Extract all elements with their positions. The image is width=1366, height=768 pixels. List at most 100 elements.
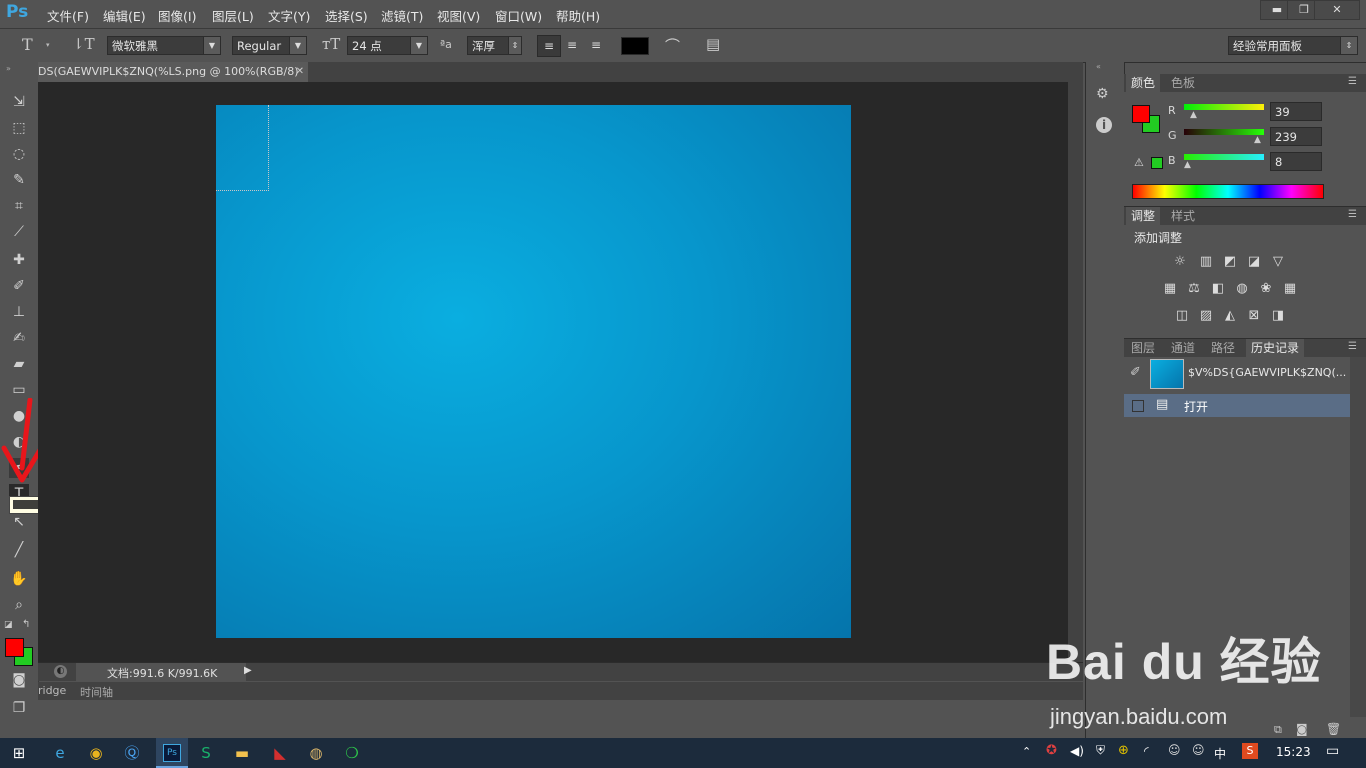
document-canvas[interactable]: [216, 105, 851, 638]
line-tool-icon[interactable]: ╱: [9, 540, 29, 560]
network-icon[interactable]: ◜: [1144, 744, 1149, 758]
zoom-tool-icon[interactable]: ⌕: [9, 595, 29, 615]
gradient-map-icon[interactable]: ⊠: [1246, 308, 1262, 324]
tab-timeline[interactable]: 时间轴: [80, 684, 113, 700]
text-color-swatch[interactable]: [621, 37, 649, 55]
threshold-icon[interactable]: ◭: [1222, 308, 1238, 324]
tab-layers[interactable]: 图层: [1126, 339, 1160, 357]
status-menu-icon[interactable]: ◐: [54, 665, 67, 678]
close-button[interactable]: ✕: [1314, 0, 1360, 20]
ie-browser-icon[interactable]: e: [48, 741, 72, 765]
volume-icon[interactable]: ◀): [1070, 744, 1084, 758]
gamut-warning-icon[interactable]: ⚠: [1134, 156, 1144, 169]
clock[interactable]: 15:23: [1276, 745, 1311, 759]
warp-text-icon[interactable]: ⌒: [665, 35, 680, 56]
status-arrow-icon[interactable]: ▶: [244, 665, 252, 676]
g-slider-thumb[interactable]: ▲: [1254, 135, 1261, 145]
posterize-icon[interactable]: ▨: [1198, 308, 1214, 324]
panel-menu-icon[interactable]: ☰: [1348, 341, 1357, 352]
brush-tool-icon[interactable]: ✐: [9, 276, 29, 296]
file-explorer-icon[interactable]: ▬: [230, 741, 254, 765]
default-colors-icon[interactable]: ◪: [4, 620, 13, 630]
gamut-swatch[interactable]: [1151, 157, 1163, 169]
move-tool-icon[interactable]: ⇲: [9, 92, 29, 112]
history-step-checkbox[interactable]: [1132, 400, 1144, 412]
r-value-input[interactable]: 39: [1270, 102, 1322, 121]
foreground-color-swatch[interactable]: [5, 638, 24, 657]
menu-type[interactable]: 文字(Y): [268, 6, 310, 25]
menu-filter[interactable]: 滤镜(T): [381, 6, 423, 25]
windows-start-icon[interactable]: ⊞: [7, 741, 31, 765]
ime-indicator[interactable]: 中: [1214, 745, 1226, 762]
tab-history[interactable]: 历史记录: [1246, 339, 1305, 357]
hand-tool-icon[interactable]: ✋: [9, 569, 29, 589]
eraser-tool-icon[interactable]: ▰: [9, 354, 29, 374]
vibrance-icon[interactable]: ▽: [1270, 254, 1286, 270]
panel-foreground-swatch[interactable]: [1132, 105, 1150, 123]
font-size-select[interactable]: 24 点 ▼: [347, 36, 428, 55]
app-icon[interactable]: ◍: [304, 741, 328, 765]
snapshot-name[interactable]: $V%DS{GAEWVIPLK$ZNQ(...: [1188, 366, 1346, 379]
g-slider-track[interactable]: [1184, 129, 1264, 135]
color-spectrum-ramp[interactable]: [1132, 184, 1324, 199]
tab-adjustments[interactable]: 调整: [1126, 207, 1161, 225]
levels-icon[interactable]: ▥: [1198, 254, 1214, 270]
align-left-button[interactable]: ≡: [537, 35, 561, 57]
b-slider-thumb[interactable]: ▲: [1184, 160, 1191, 170]
font-family-select[interactable]: 微软雅黑 ▼: [107, 36, 221, 55]
font-style-select[interactable]: Regular ▼: [232, 36, 307, 55]
notification-icon[interactable]: ▭: [1326, 743, 1339, 759]
selective-color-icon[interactable]: ◨: [1270, 308, 1286, 324]
snapshot-thumbnail[interactable]: [1150, 359, 1184, 389]
workspace-select[interactable]: 经验常用面板 ⇕: [1228, 36, 1358, 55]
character-panel-icon[interactable]: ▤: [706, 35, 720, 53]
quick-select-tool-icon[interactable]: ✎: [9, 170, 29, 190]
tab-color[interactable]: 颜色: [1126, 74, 1161, 92]
anti-alias-select[interactable]: 浑厚 ⇕: [467, 36, 522, 55]
color-balance-icon[interactable]: ⚖: [1186, 281, 1202, 297]
security-shield-icon[interactable]: ⛨: [1096, 743, 1105, 758]
type-tool-preset-icon[interactable]: T: [22, 35, 33, 54]
hue-saturation-icon[interactable]: ▦: [1162, 281, 1178, 297]
marquee-tool-icon[interactable]: ⬚: [9, 118, 29, 138]
color-lookup-icon[interactable]: ▦: [1282, 281, 1298, 297]
menu-edit[interactable]: 编辑(E): [103, 6, 146, 25]
wps-sheet-icon[interactable]: S: [194, 741, 218, 765]
tray-app-icon[interactable]: ✪: [1046, 743, 1057, 758]
channel-mixer-icon[interactable]: ❀: [1258, 281, 1274, 297]
new-document-icon[interactable]: ⧉: [1274, 723, 1282, 737]
panel-menu-icon[interactable]: ☰: [1348, 76, 1357, 87]
b-value-input[interactable]: 8: [1270, 152, 1322, 171]
eyedropper-tool-icon[interactable]: ⟋: [9, 222, 29, 242]
text-orientation-icon[interactable]: ⇂T: [72, 35, 95, 53]
b-slider-track[interactable]: [1184, 154, 1264, 160]
photoshop-taskbar-button[interactable]: Ps: [156, 738, 188, 768]
browser-q-icon[interactable]: Ⓠ: [120, 741, 144, 765]
tab-paths[interactable]: 路径: [1206, 339, 1240, 357]
qq-icon[interactable]: ☺: [1168, 743, 1181, 757]
clone-stamp-tool-icon[interactable]: ⊥: [9, 302, 29, 322]
tab-styles[interactable]: 样式: [1166, 207, 1200, 225]
history-scrollbar[interactable]: [1350, 357, 1366, 717]
menu-view[interactable]: 视图(V): [437, 6, 480, 25]
lasso-tool-icon[interactable]: ◌: [9, 144, 29, 164]
history-brush-tool-icon[interactable]: ✍: [9, 328, 29, 348]
expand-panels-icon[interactable]: «: [1096, 62, 1101, 71]
menu-layer[interactable]: 图层(L): [212, 6, 254, 25]
menu-file[interactable]: 文件(F): [47, 6, 89, 25]
chrome-icon[interactable]: ◉: [84, 741, 108, 765]
invert-icon[interactable]: ◫: [1174, 308, 1190, 324]
collapse-panel-icon[interactable]: »: [6, 64, 11, 73]
tab-bridge[interactable]: ridge: [38, 684, 66, 697]
tray-plus-icon[interactable]: ⊕: [1118, 743, 1129, 758]
document-tab[interactable]: DS(GAEWVIPLK$ZNQ(%LS.png @ 100%(RGB/8) ✕: [38, 62, 308, 82]
pdf-reader-icon[interactable]: ◣: [268, 741, 292, 765]
gradient-tool-icon[interactable]: ▭: [9, 380, 29, 400]
wechat-icon[interactable]: ❍: [340, 741, 364, 765]
quick-mask-icon[interactable]: ◙: [9, 670, 29, 690]
curves-icon[interactable]: ◩: [1222, 254, 1238, 270]
brightness-icon[interactable]: ☼: [1172, 254, 1188, 270]
vertical-scrollbar[interactable]: [1068, 82, 1083, 662]
r-slider-thumb[interactable]: ▲: [1190, 110, 1197, 120]
photo-filter-icon[interactable]: ◍: [1234, 281, 1250, 297]
